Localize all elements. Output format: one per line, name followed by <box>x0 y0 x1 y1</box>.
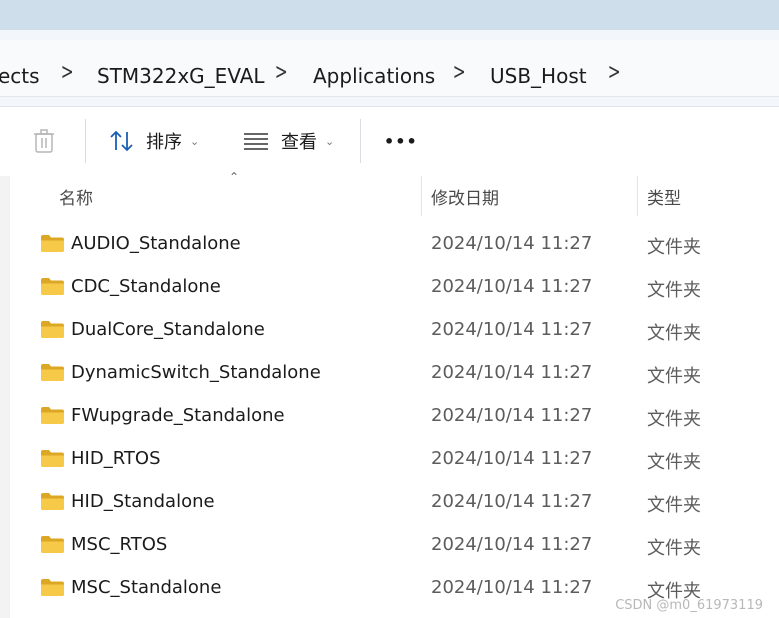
file-date: 2024/10/14 11:27 <box>431 362 593 383</box>
folder-icon <box>41 536 64 553</box>
folder-icon <box>41 493 64 510</box>
chevron-down-icon: ⌄ <box>190 134 200 148</box>
file-type: 文件夹 <box>647 409 701 430</box>
sort-label: 排序 <box>146 132 182 153</box>
file-date: 2024/10/14 11:27 <box>431 276 593 297</box>
file-type: 文件夹 <box>647 452 701 473</box>
file-name: MSC_RTOS <box>71 534 168 555</box>
trash-icon <box>34 129 54 153</box>
file-name: HID_Standalone <box>71 491 215 512</box>
navigation-pane-edge <box>0 176 10 618</box>
breadcrumb-item-projects[interactable]: ects <box>0 64 40 88</box>
sort-icon <box>110 130 133 152</box>
file-row[interactable]: AUDIO_Standalone 2024/10/14 11:27 文件夹 <box>10 221 779 264</box>
file-row[interactable]: HID_RTOS 2024/10/14 11:27 文件夹 <box>10 436 779 479</box>
file-type: 文件夹 <box>647 366 701 387</box>
file-date: 2024/10/14 11:27 <box>431 534 593 555</box>
file-row[interactable]: CDC_Standalone 2024/10/14 11:27 文件夹 <box>10 264 779 307</box>
view-list-icon <box>244 133 268 150</box>
file-date: 2024/10/14 11:27 <box>431 448 593 469</box>
breadcrumb[interactable]: ects > STM322xG_EVAL > Applications > US… <box>0 40 779 97</box>
file-date: 2024/10/14 11:27 <box>431 577 593 598</box>
folder-icon <box>41 450 64 467</box>
sort-ascending-icon: ⌃ <box>229 170 240 184</box>
file-name: FWupgrade_Standalone <box>71 405 285 426</box>
file-date: 2024/10/14 11:27 <box>431 405 593 426</box>
file-name: HID_RTOS <box>71 448 161 469</box>
breadcrumb-item-stm322xg-eval[interactable]: STM322xG_EVAL <box>97 64 265 88</box>
file-name: DualCore_Standalone <box>71 319 265 340</box>
column-header-row: ⌃ 名称 修改日期 类型 <box>10 170 779 216</box>
file-row[interactable]: DynamicSwitch_Standalone 2024/10/14 11:2… <box>10 350 779 393</box>
breadcrumb-item-applications[interactable]: Applications <box>313 64 435 88</box>
command-bar: 排序 ⌄ 查看 ⌄ ••• <box>0 106 779 177</box>
file-type: 文件夹 <box>647 323 701 344</box>
file-row[interactable]: MSC_RTOS 2024/10/14 11:27 文件夹 <box>10 522 779 565</box>
folder-icon <box>41 364 64 381</box>
file-type: 文件夹 <box>647 495 701 516</box>
file-date: 2024/10/14 11:27 <box>431 233 593 254</box>
folder-icon <box>41 321 64 338</box>
watermark: CSDN @m0_61973119 <box>615 598 763 613</box>
file-date: 2024/10/14 11:27 <box>431 319 593 340</box>
column-header-name[interactable]: 名称 <box>59 184 93 209</box>
file-name: CDC_Standalone <box>71 276 221 297</box>
chevron-right-icon[interactable]: > <box>608 60 621 85</box>
view-button[interactable]: 查看 ⌄ <box>243 121 334 161</box>
file-type: 文件夹 <box>647 280 701 301</box>
column-divider[interactable] <box>637 176 638 216</box>
file-name: AUDIO_Standalone <box>71 233 241 254</box>
delete-button[interactable] <box>32 121 56 161</box>
file-type: 文件夹 <box>647 538 701 559</box>
title-bar <box>0 0 779 30</box>
folder-icon <box>41 407 64 424</box>
folder-icon <box>41 235 64 252</box>
file-date: 2024/10/14 11:27 <box>431 491 593 512</box>
chevron-right-icon[interactable]: > <box>275 60 288 85</box>
file-name: MSC_Standalone <box>71 577 222 598</box>
file-type: 文件夹 <box>647 237 701 258</box>
folder-icon <box>41 579 64 596</box>
file-name: DynamicSwitch_Standalone <box>71 362 321 383</box>
chevron-right-icon[interactable]: > <box>61 60 74 85</box>
sort-button[interactable]: 排序 ⌄ <box>108 121 199 161</box>
file-list: ⌃ 名称 修改日期 类型 AUDIO_Standalone 2024/10/14… <box>0 170 779 618</box>
chevron-down-icon: ⌄ <box>325 134 335 148</box>
file-row[interactable]: HID_Standalone 2024/10/14 11:27 文件夹 <box>10 479 779 522</box>
chevron-right-icon[interactable]: > <box>453 60 466 85</box>
folder-icon <box>41 278 64 295</box>
column-divider[interactable] <box>421 176 422 216</box>
column-header-type[interactable]: 类型 <box>647 184 681 209</box>
file-row[interactable]: DualCore_Standalone 2024/10/14 11:27 文件夹 <box>10 307 779 350</box>
more-options-button[interactable]: ••• <box>384 121 418 161</box>
breadcrumb-item-usb-host[interactable]: USB_Host <box>490 64 587 88</box>
toolbar-divider <box>360 119 361 163</box>
file-row[interactable]: FWupgrade_Standalone 2024/10/14 11:27 文件… <box>10 393 779 436</box>
view-label: 查看 <box>281 132 317 153</box>
column-header-date[interactable]: 修改日期 <box>431 184 499 209</box>
toolbar-divider <box>85 119 86 163</box>
address-bar: ects > STM322xG_EVAL > Applications > US… <box>0 30 779 106</box>
